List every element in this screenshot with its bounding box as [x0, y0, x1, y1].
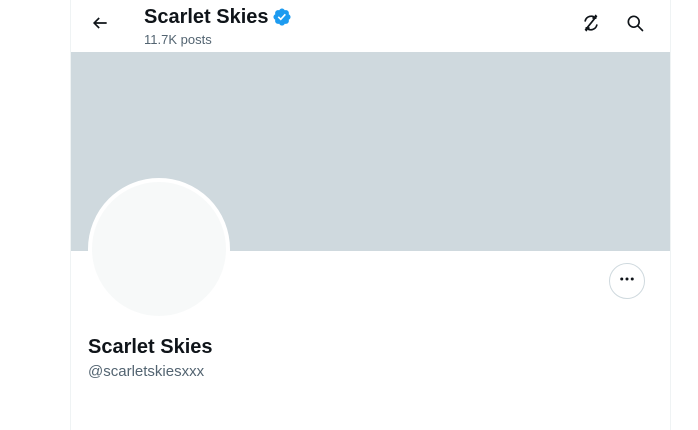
- verified-badge-icon: [272, 7, 292, 27]
- unfollow-no-sync-icon: [581, 13, 601, 38]
- avatar[interactable]: [88, 178, 230, 320]
- profile-display-name: Scarlet Skies: [88, 336, 213, 358]
- search-icon: [625, 13, 645, 38]
- more-options-button[interactable]: [609, 263, 645, 299]
- profile-column: Scarlet Skies 11.7K posts Scarlet Skies …: [70, 0, 671, 430]
- no-sync-button[interactable]: [574, 8, 608, 42]
- posts-count: 11.7K posts: [144, 32, 212, 47]
- header-title-row: Scarlet Skies: [144, 5, 292, 29]
- page-title: Scarlet Skies: [144, 6, 269, 28]
- top-bar: Scarlet Skies 11.7K posts: [71, 0, 670, 52]
- search-button[interactable]: [618, 8, 652, 42]
- back-button[interactable]: [83, 8, 117, 42]
- profile-handle: @scarletskiesxxx: [88, 363, 205, 380]
- more-options-icon: [618, 270, 636, 293]
- arrow-left-icon: [90, 13, 110, 38]
